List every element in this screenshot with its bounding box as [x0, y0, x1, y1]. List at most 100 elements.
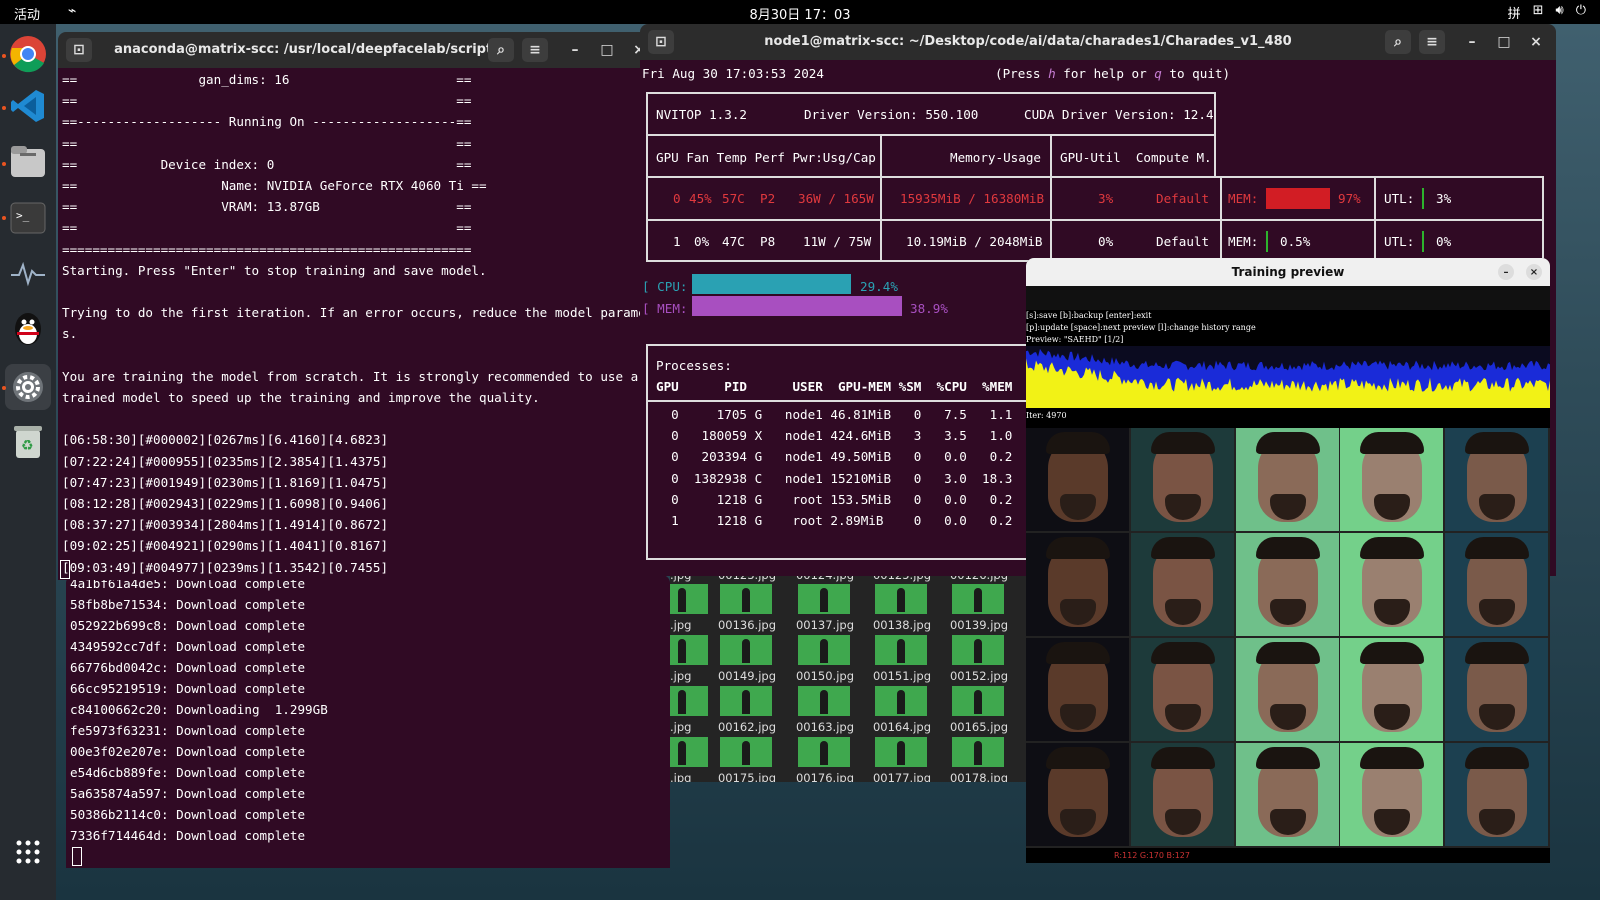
process-row[interactable]: 0 1382938 C node1 15210MiB 0 3.0 18.3 2 [656, 471, 1043, 487]
file-name[interactable]: 00177.jpg [871, 771, 933, 782]
file-name[interactable]: 00163.jpg [794, 720, 856, 734]
file-name[interactable]: 00152.jpg [948, 669, 1010, 683]
gpu1-power: 11W / 75W [803, 234, 872, 249]
file-thumbnail[interactable] [798, 584, 850, 614]
gpu0-compute-mode: Default [1156, 191, 1210, 206]
file-thumbnail[interactable] [952, 635, 1004, 665]
file-name[interactable]: 00149.jpg [716, 669, 778, 683]
deepfacelab-terminal-body[interactable]: == gan_dims: 16 == == == ==---------------… [58, 68, 656, 580]
running-indicator [2, 54, 6, 58]
file-browser-grid[interactable]: .jpg00123.jpg00124.jpg00125.jpg00126.jpg… [670, 568, 1026, 782]
window-titlebar[interactable]: ⊡ anaconda@matrix-scc: /usr/local/deepfa… [58, 32, 656, 68]
minimize-icon[interactable]: – [562, 38, 588, 62]
file-thumbnail[interactable] [952, 686, 1004, 716]
cuda-version: CUDA Driver Version: 12.4 [1024, 107, 1214, 122]
preview-face-tile [1340, 428, 1444, 531]
terminal-line: 052922b699c8: Download complete [70, 618, 306, 633]
process-row[interactable]: 1 1218 G root 2.89MiB 0 0.0 0.2 92 [656, 513, 1043, 529]
preview-face-tile [1130, 743, 1234, 846]
close-icon[interactable]: × [1526, 264, 1542, 280]
docker-terminal-window[interactable]: 4a1bf61a4de5: Download complete 58fb8be7… [66, 575, 670, 868]
clock[interactable]: 8月30日 17：03 [0, 4, 1600, 23]
input-method-indicator[interactable]: 拼 [1508, 3, 1521, 22]
process-row[interactable]: 0 180059 X node1 424.6MiB 3 3.5 1.0 51 [656, 428, 1043, 444]
file-name[interactable]: 00138.jpg [871, 618, 933, 632]
new-tab-icon[interactable]: ⊡ [66, 38, 92, 62]
process-row[interactable]: 0 1218 G root 153.5MiB 0 0.0 0.2 92 [656, 492, 1043, 508]
search-icon[interactable]: ⌕ [488, 38, 514, 62]
hair-shape [1255, 642, 1320, 664]
training-preview-window[interactable]: Training preview – × [s]:save [b]:backup… [1026, 258, 1550, 863]
file-thumbnail[interactable] [670, 686, 708, 716]
terminal-launcher[interactable]: >_ [8, 198, 48, 238]
terminal-line: trained model to speed up the training a… [62, 390, 540, 405]
new-tab-icon[interactable]: ⊡ [648, 30, 674, 54]
file-name[interactable]: 00137.jpg [794, 618, 856, 632]
file-thumbnail[interactable] [952, 584, 1004, 614]
minimize-icon[interactable]: – [1498, 264, 1514, 280]
maximize-icon[interactable]: □ [594, 38, 620, 62]
preview-titlebar[interactable]: Training preview – × [1026, 258, 1550, 286]
power-icon[interactable]: ⏻ [1576, 3, 1586, 22]
file-thumbnail[interactable] [798, 737, 850, 767]
cpu-label-text: CPU: [657, 279, 688, 294]
file-thumbnail[interactable] [875, 686, 927, 716]
show-apps-button[interactable] [8, 832, 48, 872]
maximize-icon[interactable]: □ [1491, 30, 1517, 54]
file-name[interactable]: 00150.jpg [794, 669, 856, 683]
chrome-launcher[interactable] [8, 34, 48, 74]
person-figure [897, 741, 905, 765]
preview-face-grid [1026, 428, 1550, 848]
file-name[interactable]: 00164.jpg [871, 720, 933, 734]
cpu-label: [ CPU: [642, 279, 688, 294]
docker-terminal-body[interactable]: 4a1bf61a4de5: Download complete 58fb8be7… [66, 575, 670, 868]
file-name[interactable]: 00151.jpg [871, 669, 933, 683]
file-name[interactable]: 00139.jpg [948, 618, 1010, 632]
network-icon[interactable]: ⊞ [1533, 3, 1544, 22]
window-titlebar[interactable]: ⊡ node1@matrix-scc: ~/Desktop/code/ai/da… [640, 24, 1556, 60]
settings-launcher[interactable] [5, 364, 51, 410]
file-thumbnail[interactable] [670, 737, 708, 767]
system-tray[interactable]: 拼 ⊞ 🔊︎ ⏻ [1508, 3, 1586, 22]
trash-launcher[interactable]: ♻ [8, 422, 48, 462]
file-thumbnail[interactable] [875, 737, 927, 767]
file-thumbnail[interactable] [720, 584, 772, 614]
process-row[interactable]: 0 1705 G node1 46.81MiB 0 7.5 1.1 92 [656, 407, 1043, 423]
nvitop-version: NVITOP 1.3.2 [656, 107, 747, 122]
qq-launcher[interactable] [8, 308, 48, 348]
vscode-launcher[interactable] [8, 86, 48, 126]
file-thumbnail[interactable] [670, 635, 708, 665]
hair-shape [1046, 642, 1110, 664]
file-thumbnail[interactable] [875, 635, 927, 665]
file-thumbnail[interactable] [670, 584, 708, 614]
gpu1-fan: 0% [694, 234, 710, 249]
gpu0-utl-bar [1422, 188, 1424, 209]
files-launcher[interactable] [8, 142, 48, 182]
menu-icon[interactable]: ≡ [1419, 30, 1445, 54]
file-name[interactable]: 00162.jpg [716, 720, 778, 734]
file-name[interactable]: 00176.jpg [794, 771, 856, 782]
vscode-icon [11, 90, 44, 122]
file-thumbnail[interactable] [952, 737, 1004, 767]
file-thumbnail[interactable] [720, 686, 772, 716]
file-name[interactable]: 00178.jpg [948, 771, 1010, 782]
file-name[interactable]: 00175.jpg [716, 771, 778, 782]
file-thumbnail[interactable] [875, 584, 927, 614]
gpu1-util: 0% [1098, 234, 1114, 249]
file-thumbnail[interactable] [798, 686, 850, 716]
file-name[interactable]: 00136.jpg [716, 618, 778, 632]
terminal-line: You are training the model from scratch.… [62, 368, 656, 384]
file-name[interactable]: 00165.jpg [948, 720, 1010, 734]
process-row[interactable]: 0 203394 G node1 49.50MiB 0 0.0 0.2 47 [656, 449, 1043, 465]
close-icon[interactable]: × [1523, 30, 1549, 54]
minimize-icon[interactable]: – [1459, 30, 1485, 54]
search-icon[interactable]: ⌕ [1385, 30, 1411, 54]
volume-icon[interactable]: 🔊︎ [1556, 3, 1564, 22]
file-thumbnail[interactable] [798, 635, 850, 665]
deepfacelab-terminal-window[interactable]: ⊡ anaconda@matrix-scc: /usr/local/deepfa… [58, 32, 656, 580]
file-thumbnail[interactable] [720, 635, 772, 665]
processes-box: Processes: GPU PID USER GPU-MEM %SM %CPU… [646, 344, 1044, 560]
menu-icon[interactable]: ≡ [522, 38, 548, 62]
file-thumbnail[interactable] [720, 737, 772, 767]
system-monitor-launcher[interactable] [8, 254, 48, 294]
